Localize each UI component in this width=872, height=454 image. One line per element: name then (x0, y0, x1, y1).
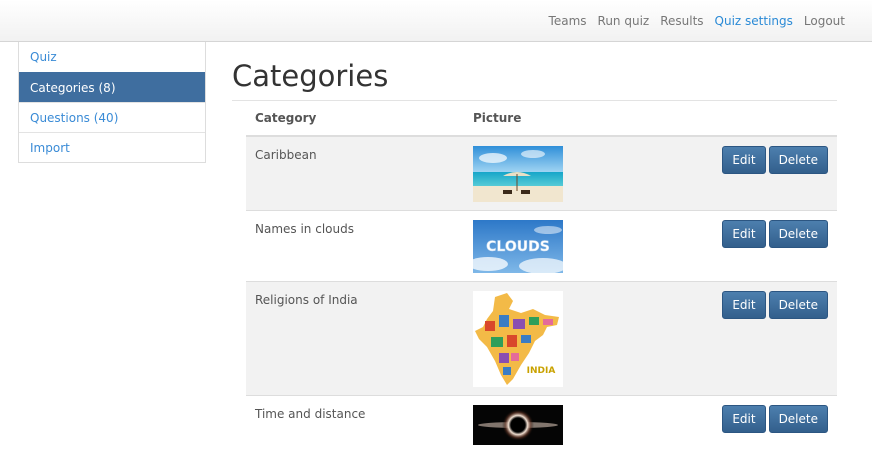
sidebar-item-questions[interactable]: Questions (40) (19, 102, 205, 132)
table-row: Caribbean Edit Delete (246, 137, 837, 211)
column-header-category: Category (255, 111, 317, 125)
black-hole-picture (473, 405, 563, 445)
india-picture-text: INDIA (527, 366, 556, 376)
delete-button[interactable]: Delete (768, 405, 828, 433)
sidebar-item-categories[interactable]: Categories (8) (19, 72, 205, 102)
table-row: Names in clouds CLOUDS Edit Delete (246, 211, 837, 282)
top-navbar: Teams Run quiz Results Quiz settings Log… (0, 0, 872, 42)
edit-button[interactable]: Edit (722, 291, 766, 319)
top-nav: Teams Run quiz Results Quiz settings Log… (538, 13, 845, 29)
edit-button[interactable]: Edit (722, 220, 766, 248)
row-actions: Edit Delete (722, 405, 828, 433)
table-header: Category Picture (246, 101, 837, 137)
sidebar-item-quiz[interactable]: Quiz (19, 42, 205, 72)
clouds-picture-text: CLOUDS (486, 239, 550, 255)
edit-button[interactable]: Edit (722, 405, 766, 433)
category-name: Names in clouds (255, 222, 354, 236)
sidebar: Quiz Categories (8) Questions (40) Impor… (18, 42, 206, 163)
row-actions: Edit Delete (722, 220, 828, 248)
edit-button[interactable]: Edit (722, 146, 766, 174)
categories-table: Category Picture Caribbean Edit Delete N… (246, 101, 837, 454)
nav-quiz-settings[interactable]: Quiz settings (715, 13, 793, 29)
delete-button[interactable]: Delete (768, 146, 828, 174)
nav-logout[interactable]: Logout (804, 13, 845, 29)
nav-results[interactable]: Results (660, 13, 703, 29)
nav-run-quiz[interactable]: Run quiz (598, 13, 650, 29)
category-name: Religions of India (255, 293, 358, 307)
beach-picture (473, 146, 563, 202)
table-row: Religions of India INDIA Edit Delete (246, 282, 837, 396)
clouds-picture: CLOUDS (473, 220, 563, 273)
sidebar-item-import[interactable]: Import (19, 132, 205, 162)
category-name: Time and distance (255, 407, 366, 421)
category-name: Caribbean (255, 148, 317, 162)
table-row: Time and distance Edit Delete (246, 396, 837, 454)
row-actions: Edit Delete (722, 146, 828, 174)
row-actions: Edit Delete (722, 291, 828, 319)
delete-button[interactable]: Delete (768, 291, 828, 319)
column-header-picture: Picture (473, 111, 522, 125)
delete-button[interactable]: Delete (768, 220, 828, 248)
page-title: Categories (232, 59, 389, 93)
india-map-picture: INDIA (473, 291, 563, 387)
nav-teams[interactable]: Teams (549, 13, 587, 29)
